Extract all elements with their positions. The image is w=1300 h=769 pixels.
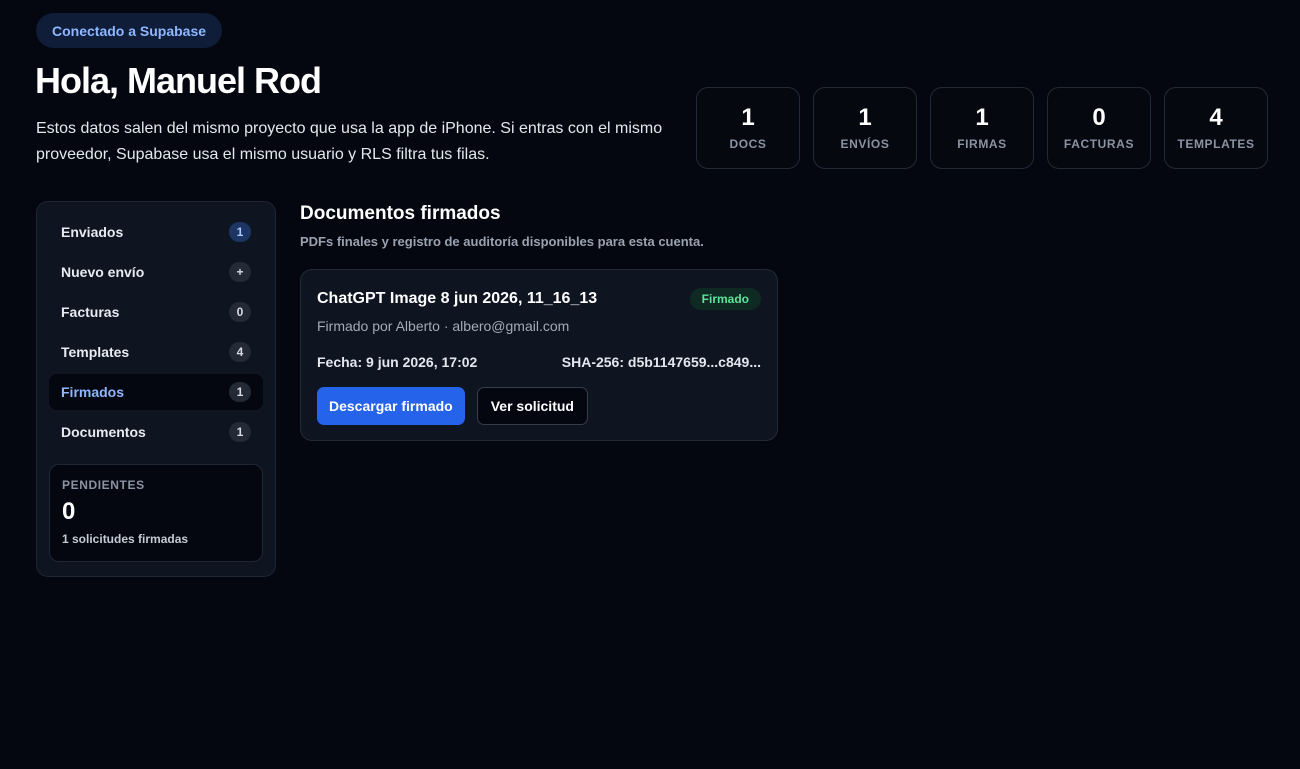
sidebar-item-label: Documentos — [61, 424, 146, 440]
sidebar-item-label: Enviados — [61, 224, 124, 240]
document-hash: SHA-256: d5b1147659...c849... — [561, 354, 761, 370]
stat-label: DOCS — [729, 137, 767, 151]
count-badge: 1 — [229, 222, 251, 242]
stats-row: 1 DOCS 1 ENVÍOS 1 FIRMAS 0 FACTURAS 4 TE… — [696, 87, 1268, 169]
stat-envios: 1 ENVÍOS — [813, 87, 917, 169]
sidebar-item-label: Firmados — [61, 384, 125, 400]
pending-summary: PENDIENTES 0 1 solicitudes firmadas — [49, 464, 263, 562]
stat-templates: 4 TEMPLATES — [1164, 87, 1268, 169]
intro-text: Estos datos salen del mismo proyecto que… — [36, 120, 663, 163]
page-title: Hola, Manuel Rod — [35, 60, 322, 101]
view-request-button[interactable]: Ver solicitud — [476, 387, 588, 425]
plus-icon: + — [229, 262, 251, 282]
sidebar-item-label: Templates — [61, 344, 130, 360]
count-badge: 0 — [229, 302, 251, 322]
document-actions: Descargar firmado Ver solicitud — [317, 387, 761, 425]
stat-label: FACTURAS — [1063, 137, 1135, 151]
pending-count: 0 — [62, 498, 76, 525]
document-meta: Fecha: 9 jun 2026, 17:02 SHA-256: d5b114… — [317, 354, 761, 370]
pending-subtext: 1 solicitudes firmadas — [62, 532, 189, 546]
stat-value: 1 — [741, 104, 755, 131]
count-badge: 1 — [229, 382, 251, 402]
stat-label: TEMPLATES — [1177, 137, 1255, 151]
stat-docs: 1 DOCS — [696, 87, 800, 169]
section-subtitle: PDFs finales y registro de auditoría dis… — [300, 234, 704, 249]
sidebar-item-templates[interactable]: Templates 4 — [49, 334, 263, 370]
sidebar-item-label: Nuevo envío — [61, 264, 145, 280]
sidebar-item-nuevo-envio[interactable]: Nuevo envío + — [49, 254, 263, 290]
stat-facturas: 0 FACTURAS — [1047, 87, 1151, 169]
sidebar-item-label: Facturas — [61, 304, 120, 320]
document-date: Fecha: 9 jun 2026, 17:02 — [317, 354, 478, 370]
document-header: ChatGPT Image 8 jun 2026, 11_16_13 Firma… — [317, 288, 761, 310]
sidebar-item-facturas[interactable]: Facturas 0 — [49, 294, 263, 330]
pending-label: PENDIENTES — [62, 478, 145, 492]
count-badge: 4 — [229, 342, 251, 362]
status-badge: Firmado — [689, 288, 761, 310]
signed-document-card: ChatGPT Image 8 jun 2026, 11_16_13 Firma… — [300, 269, 778, 441]
connection-status-badge: Conectado a Supabase — [36, 13, 223, 48]
document-signer: Firmado por Alberto · albero@gmail.com — [317, 318, 570, 334]
sidebar-item-documentos[interactable]: Documentos 1 — [49, 414, 263, 450]
sidebar: Enviados 1 Nuevo envío + Facturas 0 Temp… — [36, 201, 276, 577]
stat-firmas: 1 FIRMAS — [930, 87, 1034, 169]
stat-value: 1 — [858, 104, 872, 131]
download-signed-button[interactable]: Descargar firmado — [317, 387, 465, 425]
stat-label: FIRMAS — [957, 137, 1007, 151]
section-title: Documentos firmados — [300, 203, 501, 224]
stat-value: 4 — [1209, 104, 1223, 131]
sidebar-item-enviados[interactable]: Enviados 1 — [49, 214, 263, 250]
sidebar-item-firmados[interactable]: Firmados 1 — [49, 374, 263, 410]
stat-value: 0 — [1092, 104, 1106, 131]
document-title: ChatGPT Image 8 jun 2026, 11_16_13 — [317, 290, 598, 307]
stat-value: 1 — [975, 104, 989, 131]
stat-label: ENVÍOS — [840, 137, 890, 151]
count-badge: 1 — [229, 422, 251, 442]
